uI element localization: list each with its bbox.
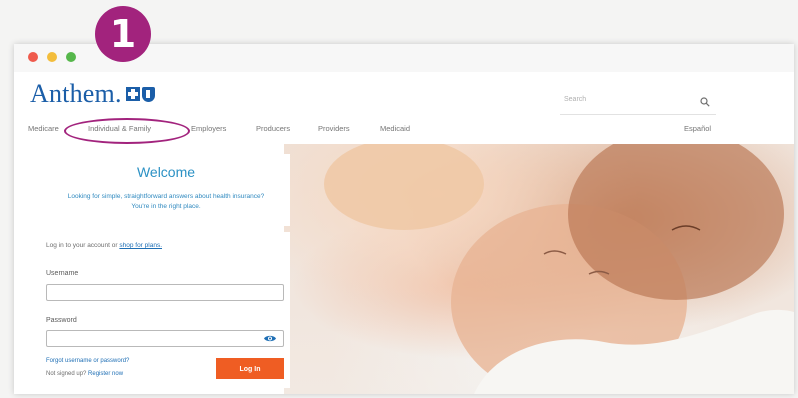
welcome-card: Welcome Looking for simple, straightforw… [42,154,290,226]
search-input[interactable]: Search [560,92,716,115]
register-prefix: Not signed up? [46,371,87,377]
register-line: Not signed up? Register now [46,371,123,377]
username-label: Username [46,270,79,277]
nav-highlight-circle [64,118,190,144]
login-button[interactable]: Log In [216,358,284,379]
blue-shield-icon [141,86,155,102]
password-label: Password [46,317,77,324]
password-field[interactable] [46,330,284,347]
blue-cross-icon [125,86,140,101]
screenshot-stage: Anthem. Search Medicare Individual & Fam… [0,0,798,398]
login-intro-text: Log in to your account or [46,242,118,249]
forgot-credentials-link[interactable]: Forgot username or password? [46,358,129,364]
logo-text: Anthem. [30,79,122,108]
browser-window: Anthem. Search Medicare Individual & Fam… [14,44,794,394]
welcome-title: Welcome [136,164,196,180]
search-placeholder: Search [564,96,587,103]
hero-image [284,144,794,394]
search-icon[interactable] [700,97,710,107]
nav-item-employers[interactable]: Employers [191,124,226,133]
minimize-window-icon[interactable] [47,52,57,62]
login-card: Log in to your account or shop for plans… [42,232,290,388]
maximize-window-icon[interactable] [66,52,76,62]
hero-photo [324,144,794,394]
show-password-eye-icon[interactable] [263,334,277,343]
close-window-icon[interactable] [28,52,38,62]
register-now-link[interactable]: Register now [88,371,123,377]
language-link[interactable]: Español [684,124,711,133]
shop-for-plans-link[interactable]: shop for plans. [119,242,162,249]
logo-symbols [125,86,155,102]
login-intro: Log in to your account or shop for plans… [46,242,162,249]
anthem-logo[interactable]: Anthem. [30,79,155,108]
step-number-badge: 1 [95,6,151,62]
username-field[interactable] [46,284,284,301]
nav-item-providers[interactable]: Providers [318,124,350,133]
welcome-subtitle: Looking for simple, straightforward answ… [67,193,265,210]
nav-item-medicaid[interactable]: Medicaid [380,124,410,133]
nav-item-producers[interactable]: Producers [256,124,290,133]
nav-item-medicare[interactable]: Medicare [28,124,59,133]
